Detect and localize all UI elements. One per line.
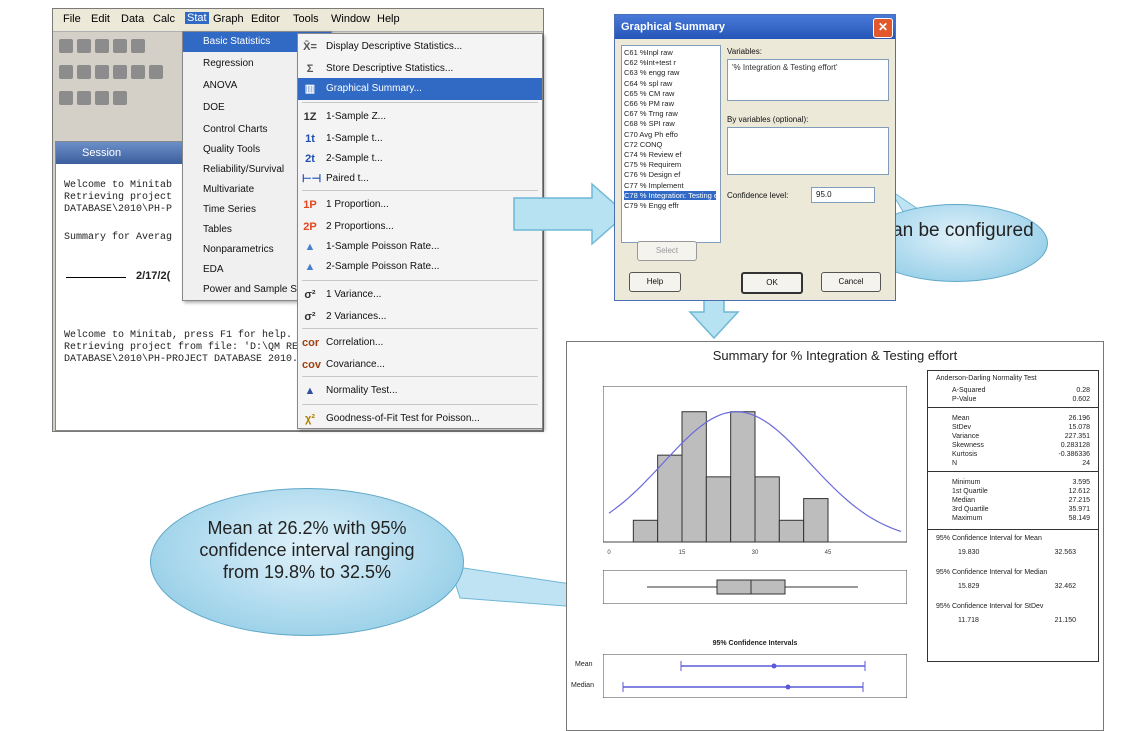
stats-divider: [928, 471, 1098, 472]
column-list-item[interactable]: C68 % SPI raw: [624, 119, 675, 128]
stat-label: Minimum: [952, 479, 981, 486]
callout-mean: Mean at 26.2% with 95% confidence interv…: [150, 488, 464, 636]
ci-chart: [603, 654, 907, 698]
histogram-bar: [754, 476, 780, 543]
stat-label: Maximum: [952, 515, 983, 522]
ci-median-point: [785, 684, 791, 690]
histogram: 0 15 30 45: [603, 386, 907, 556]
stat-label: P-Value: [952, 396, 977, 403]
ci-chart-title: 95% Confidence Intervals: [712, 640, 798, 647]
histogram-bar: [657, 454, 683, 543]
histogram-tick-label: 45: [825, 550, 832, 556]
stat-label: StDev: [952, 424, 972, 431]
dialog-title: Graphical Summary: [621, 21, 725, 33]
ci-text: 95% Confidence Interval for Median: [936, 569, 1048, 576]
stat-value: 35.971: [1068, 506, 1090, 513]
column-list-item[interactable]: C61 %Inpl raw: [624, 48, 673, 57]
stat-label: 3rd Quartile: [952, 506, 989, 513]
stat-value: 227.351: [1064, 433, 1090, 440]
by-variables-field[interactable]: [727, 127, 889, 175]
ok-button[interactable]: OK: [741, 272, 803, 294]
column-list-item[interactable]: C70 Avg Ph effo: [624, 130, 678, 139]
ci-chart-frame: [603, 654, 907, 698]
column-list-item[interactable]: C76 % Design ef: [624, 170, 680, 179]
stat-label: Skewness: [952, 442, 984, 449]
histogram-tick-label: 15: [679, 550, 686, 556]
statistics-panel: Anderson-Darling Normality Test A-Squared…: [927, 370, 1099, 662]
stats-divider: [928, 529, 1098, 530]
boxplot: [603, 570, 907, 604]
column-list-item[interactable]: C77 % Implement: [624, 181, 684, 190]
stat-value: 3.595: [1072, 479, 1090, 486]
stat-value: 27.215: [1068, 497, 1090, 504]
stat-value: 58.149: [1068, 515, 1090, 522]
graphical-summary-dialog: Graphical Summary ✕ C61 %Inpl raw C62 %In…: [614, 14, 896, 301]
stat-label: 1st Quartile: [952, 488, 988, 495]
select-button[interactable]: Select: [637, 241, 697, 261]
close-icon[interactable]: ✕: [873, 18, 893, 38]
column-list-item[interactable]: C74 % Review ef: [624, 150, 682, 159]
ci-row-mean-label: Mean: [575, 661, 593, 668]
histogram-bar: [803, 498, 829, 543]
ci-text: 11.718: [958, 617, 979, 624]
stat-label: N: [952, 460, 958, 467]
cancel-button[interactable]: Cancel: [821, 272, 881, 292]
ci-text: 95% Confidence Interval for StDev: [936, 603, 1044, 610]
column-list-item[interactable]: C75 % Requirem: [624, 160, 681, 169]
ci-mean-point: [771, 663, 777, 669]
histogram-bar: [632, 519, 659, 543]
ci-text: 19.830: [958, 549, 980, 556]
confidence-level-label: Confidence level:: [727, 191, 789, 200]
help-button[interactable]: Help: [629, 272, 681, 292]
dialog-titlebar: Graphical Summary: [615, 15, 895, 39]
column-list-item[interactable]: C79 % Engg effr: [624, 201, 679, 210]
column-list-item[interactable]: C67 % Trng raw: [624, 109, 678, 118]
summary-report: Summary for % Integration & Testing effo…: [566, 341, 1104, 731]
stat-label: Kurtosis: [952, 451, 978, 458]
ci-text: 15.829: [958, 583, 980, 590]
summary-title: Summary for % Integration & Testing effo…: [712, 348, 958, 363]
histogram-tick-label: 30: [752, 550, 759, 556]
stat-label: Variance: [952, 433, 980, 440]
column-list[interactable]: C61 %Inpl raw C62 %Int+test r C63 % engg r…: [621, 45, 721, 243]
column-list-item[interactable]: C65 % CM raw: [624, 89, 674, 98]
confidence-level-input[interactable]: 95.0: [811, 187, 875, 203]
stat-label: A-Squared: [952, 387, 986, 394]
column-list-item[interactable]: C72 CONQ: [624, 140, 662, 149]
stat-value: -0.386336: [1058, 451, 1090, 458]
column-list-item[interactable]: C66 % PM raw: [624, 99, 674, 108]
by-variables-label: By variables (optional):: [727, 115, 809, 124]
stat-label: Median: [952, 497, 975, 504]
histogram-bar: [705, 476, 732, 543]
ci-text: 32.462: [1054, 583, 1076, 590]
stat-value: 0.283128: [1060, 442, 1090, 449]
stat-value: 24: [1082, 460, 1090, 467]
stat-label: Anderson-Darling Normality Test: [936, 375, 1037, 382]
ci-row-median-label: Median: [571, 682, 594, 689]
ci-text: 21.150: [1054, 617, 1076, 624]
column-list-item[interactable]: C64 % spl raw: [624, 79, 672, 88]
stat-value: 26.196: [1068, 415, 1090, 422]
right-arrow: [513, 182, 628, 246]
stat-value: 0.602: [1072, 396, 1090, 403]
stat-value: 12.612: [1068, 488, 1090, 495]
stat-label: Mean: [952, 415, 970, 422]
histogram-tick-label: 0: [607, 550, 611, 556]
stat-value: 15.078: [1068, 424, 1090, 431]
histogram-bar: [730, 411, 756, 543]
ci-text: 95% Confidence Interval for Mean: [936, 535, 1042, 542]
stats-divider: [928, 407, 1098, 408]
variables-field[interactable]: '% Integration & Testing effort': [727, 59, 889, 101]
column-list-item[interactable]: C63 % engg raw: [624, 68, 679, 77]
variables-label: Variables:: [727, 47, 762, 56]
histogram-bar: [778, 519, 805, 543]
ci-text: 32.563: [1054, 549, 1076, 556]
column-list-item[interactable]: C78 % Integration: Testing effort: [624, 190, 720, 200]
column-list-item[interactable]: C62 %Int+test r: [624, 58, 676, 67]
stat-value: 0.28: [1076, 387, 1090, 394]
